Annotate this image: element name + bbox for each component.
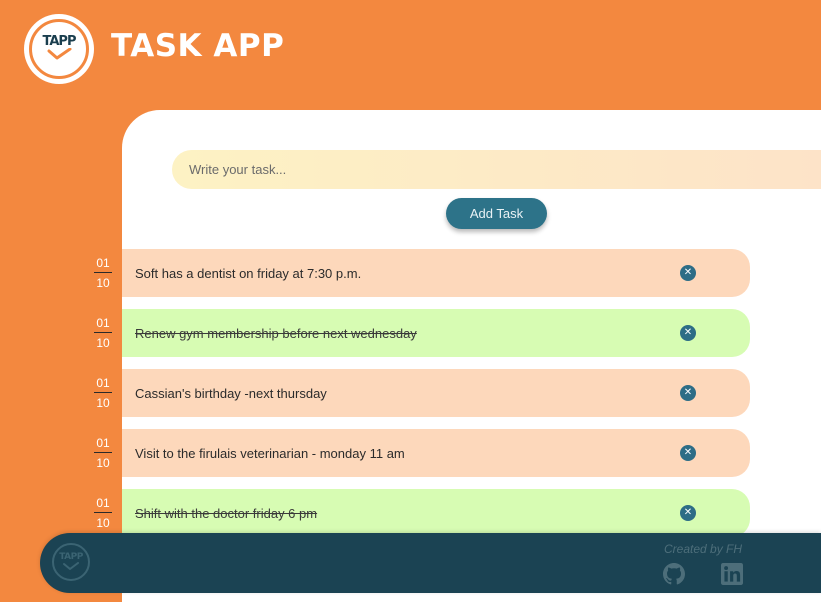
logo-text: TAPP	[42, 33, 77, 49]
task-date-month: 10	[96, 456, 110, 470]
linkedin-icon[interactable]	[721, 563, 743, 585]
task-date: 01 10	[94, 436, 112, 470]
delete-task-icon[interactable]: ✕	[680, 265, 696, 281]
task-card-completed[interactable]: Renew gym membership before next wednesd…	[122, 309, 750, 357]
task-row: 01 10 Renew gym membership before next w…	[0, 309, 821, 357]
app-title: TASK APP	[111, 28, 285, 64]
task-date: 01 10	[94, 316, 112, 350]
task-row: 01 10 Visit to the firulais veterinarian…	[0, 429, 821, 477]
footer: TAPP Created by FH	[40, 533, 821, 593]
task-text: Visit to the firulais veterinarian - mon…	[135, 446, 405, 461]
task-text: Shift with the doctor friday 6 pm	[135, 506, 318, 521]
date-divider	[94, 392, 112, 393]
task-row: 01 10 Shift with the doctor friday 6 pm …	[0, 489, 821, 537]
task-date-month: 10	[96, 396, 110, 410]
app-logo: TAPP	[24, 14, 94, 84]
task-date-month: 10	[96, 336, 110, 350]
task-card[interactable]: Cassian's birthday -next thursday ✕	[122, 369, 750, 417]
checkmark-icon	[63, 561, 79, 570]
task-date: 01 10	[94, 496, 112, 530]
delete-task-icon[interactable]: ✕	[680, 445, 696, 461]
task-text: Soft has a dentist on friday at 7:30 p.m…	[135, 266, 362, 281]
add-task-button[interactable]: Add Task	[446, 198, 547, 229]
delete-task-icon[interactable]: ✕	[680, 325, 696, 341]
task-row: 01 10 Soft has a dentist on friday at 7:…	[0, 249, 821, 297]
task-date-day: 01	[96, 376, 110, 390]
date-divider	[94, 272, 112, 273]
task-text: Renew gym membership before next wednesd…	[135, 326, 417, 341]
credit-text: Created by FH	[664, 542, 743, 556]
task-date-day: 01	[96, 436, 110, 450]
task-date: 01 10	[94, 256, 112, 290]
delete-task-icon[interactable]: ✕	[680, 385, 696, 401]
footer-logo-text: TAPP	[59, 551, 83, 562]
task-date: 01 10	[94, 376, 112, 410]
footer-logo: TAPP	[52, 543, 90, 581]
task-date-day: 01	[96, 256, 110, 270]
checkmark-icon	[47, 47, 72, 59]
task-date-day: 01	[96, 316, 110, 330]
task-card[interactable]: Visit to the firulais veterinarian - mon…	[122, 429, 750, 477]
task-card[interactable]: Soft has a dentist on friday at 7:30 p.m…	[122, 249, 750, 297]
task-app: TAPP TASK APP Add Task 01 10 Soft has a …	[0, 0, 821, 602]
date-divider	[94, 332, 112, 333]
delete-task-icon[interactable]: ✕	[680, 505, 696, 521]
logo-ring: TAPP	[29, 19, 89, 79]
task-row: 01 10 Cassian's birthday -next thursday …	[0, 369, 821, 417]
task-card-completed[interactable]: Shift with the doctor friday 6 pm ✕	[122, 489, 750, 537]
task-input[interactable]	[172, 150, 821, 189]
date-divider	[94, 452, 112, 453]
date-divider	[94, 512, 112, 513]
github-icon[interactable]	[663, 563, 685, 585]
task-date-day: 01	[96, 496, 110, 510]
task-text: Cassian's birthday -next thursday	[135, 386, 327, 401]
task-date-month: 10	[96, 516, 110, 530]
task-date-month: 10	[96, 276, 110, 290]
